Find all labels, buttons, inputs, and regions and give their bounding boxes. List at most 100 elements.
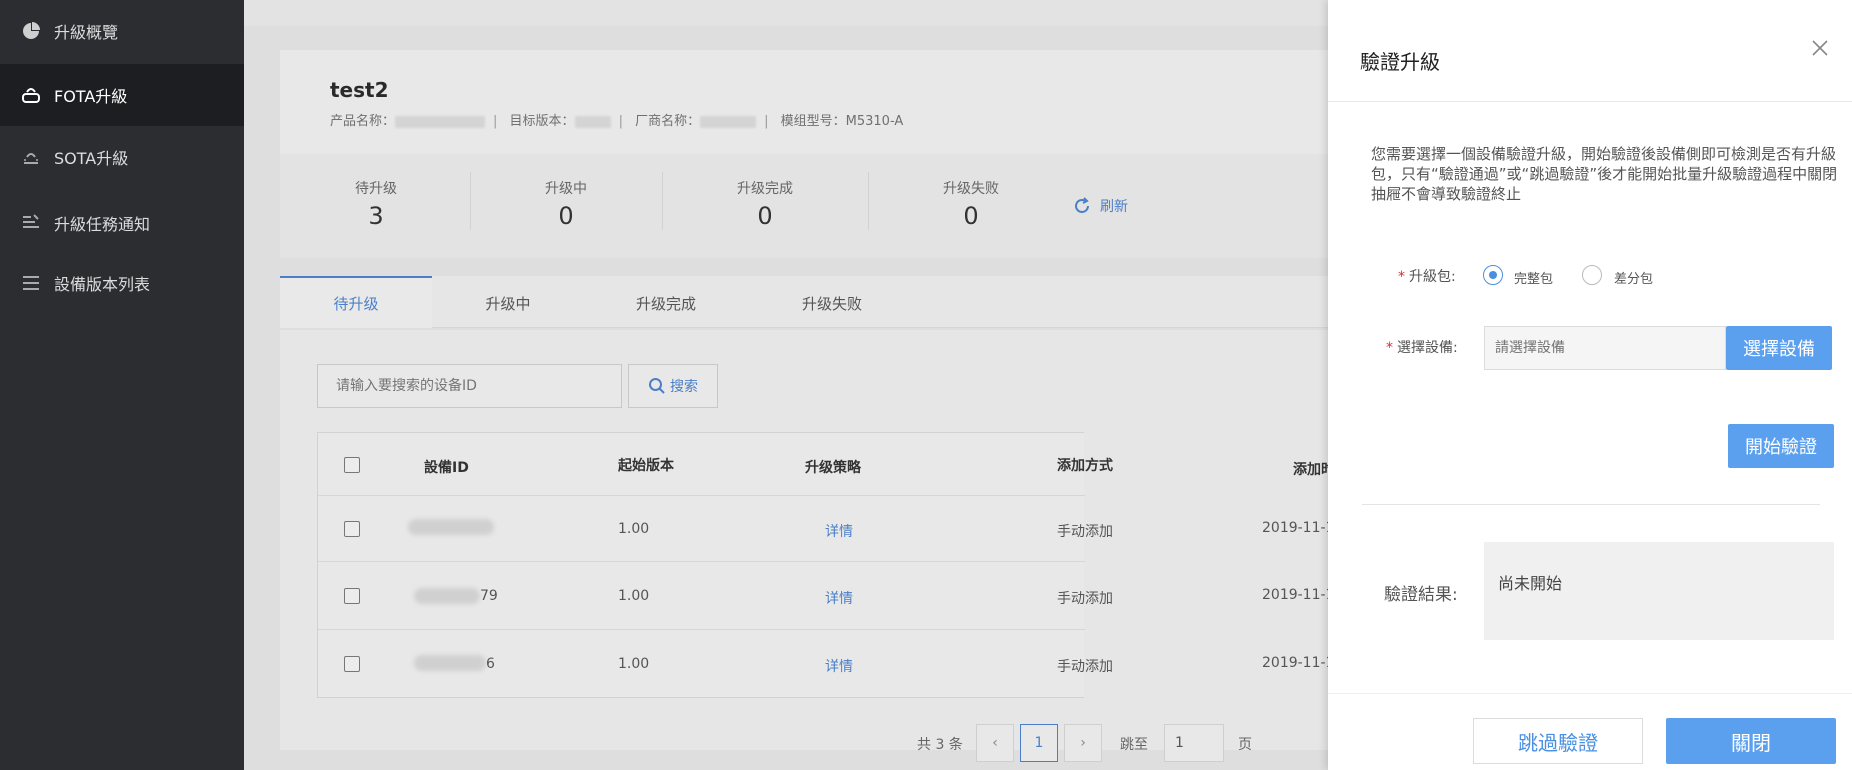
refresh-button[interactable]: 刷新	[1072, 196, 1128, 216]
page-suffix: 页	[1238, 737, 1252, 753]
stat-divider	[662, 172, 663, 230]
model-value: M5310-A	[845, 114, 904, 129]
page-number-button[interactable]: 1	[1020, 724, 1058, 762]
row-device-id: 6	[486, 656, 495, 672]
row-version: 1.00	[618, 588, 650, 604]
row-divider	[318, 629, 1085, 630]
stat-pending: 待升级 3	[355, 181, 397, 230]
tab-upgrading[interactable]: 升级中	[432, 278, 584, 330]
result-label: 驗證結果:	[1384, 585, 1458, 605]
result-value: 尚未開始	[1498, 574, 1563, 593]
sidebar-item-label: SOTA升級	[54, 149, 129, 168]
col-strategy: 升级策略	[805, 460, 861, 476]
pie-chart-icon	[20, 20, 42, 42]
stat-failed: 升级失败 0	[943, 181, 999, 230]
required-mark: *	[1398, 269, 1405, 285]
radio-diff-package[interactable]	[1582, 265, 1602, 285]
row-checkbox[interactable]	[344, 588, 360, 604]
tab-failed[interactable]: 升级失败	[756, 278, 908, 330]
strategy-details-link[interactable]: 详情	[825, 521, 853, 541]
strategy-details-link[interactable]: 详情	[825, 656, 853, 676]
skip-verify-button[interactable]: 跳過驗證	[1473, 718, 1643, 764]
model-label: 模组型号：	[780, 114, 846, 129]
chevron-right-icon: ›	[1080, 735, 1086, 751]
redacted-device-id	[414, 588, 480, 604]
fota-icon	[20, 84, 42, 106]
package-field-label: * 升級包:	[1398, 269, 1456, 285]
sidebar-item-overview[interactable]: 升級概覽	[0, 0, 244, 62]
row-add-method: 手动添加	[1057, 524, 1113, 540]
tab-pending[interactable]: 待升级	[280, 276, 432, 328]
result-box: 尚未開始	[1484, 542, 1834, 640]
sidebar: 升級概覽 FOTA升級 SOTA升級 升級任務通知 設備版本列表	[0, 0, 244, 770]
select-all-checkbox[interactable]	[344, 457, 360, 473]
sidebar-item-sota[interactable]: SOTA升級	[0, 126, 244, 188]
close-icon[interactable]	[1808, 36, 1832, 60]
drawer-header: 驗證升級	[1328, 0, 1852, 102]
jump-label: 跳至	[1120, 737, 1148, 753]
row-checkbox[interactable]	[344, 521, 360, 537]
row-add-time: 2019-11-1	[1262, 520, 1335, 536]
sidebar-item-fota[interactable]: FOTA升級	[0, 64, 244, 126]
radio-full-package[interactable]	[1483, 265, 1503, 285]
redacted-value	[395, 115, 486, 128]
product-card	[280, 50, 1328, 154]
col-start-version: 起始版本	[618, 458, 674, 474]
radio-diff-package-label: 差分包	[1614, 272, 1654, 287]
row-add-time: 2019-11-1	[1262, 587, 1335, 603]
verify-upgrade-drawer: 驗證升級 您需要選擇一個設備驗證升級，開始驗證後設備側即可檢測是否有升級包，只有…	[1328, 0, 1852, 770]
stat-divider	[470, 172, 471, 230]
select-device-button[interactable]: 選擇設備	[1726, 326, 1832, 370]
row-add-method: 手动添加	[1057, 591, 1113, 607]
sidebar-item-label: 升級概覽	[54, 23, 119, 42]
start-verify-button[interactable]: 開始驗證	[1728, 424, 1834, 468]
footer-divider	[1328, 693, 1852, 694]
vendor-label: 厂商名称：	[635, 114, 701, 129]
product-label: 产品名称：	[330, 114, 396, 129]
row-divider	[318, 495, 1085, 496]
pagination-total: 共 3 条	[917, 737, 963, 753]
drawer-description: 您需要選擇一個設備驗證升級，開始驗證後設備側即可檢測是否有升級包，只有“驗證通過…	[1371, 145, 1838, 203]
refresh-icon	[1072, 196, 1092, 216]
row-divider	[318, 561, 1085, 562]
redacted-device-id	[414, 655, 486, 671]
redacted-value	[574, 115, 611, 128]
drawer-title: 驗證升級	[1360, 50, 1440, 74]
chevron-left-icon: ‹	[992, 735, 998, 751]
search-input[interactable]	[317, 364, 622, 408]
required-mark: *	[1386, 340, 1393, 356]
stat-upgrading: 升级中 0	[545, 181, 587, 230]
close-drawer-button[interactable]: 關閉	[1666, 718, 1836, 764]
row-checkbox[interactable]	[344, 656, 360, 672]
next-page-button[interactable]: ›	[1064, 724, 1102, 762]
redacted-device-id	[408, 519, 494, 535]
page-jump-input[interactable]	[1164, 724, 1224, 762]
row-version: 1.00	[618, 656, 650, 672]
redacted-value	[700, 115, 757, 128]
sidebar-item-device-versions[interactable]: 設備版本列表	[0, 252, 244, 314]
prev-page-button[interactable]: ‹	[976, 724, 1014, 762]
stat-completed: 升级完成 0	[737, 181, 793, 230]
device-table: 設備ID 起始版本 升级策略 添加方式 添加时 1.00 详情 手动添加 79 …	[317, 432, 1335, 698]
row-device-id: 79	[480, 588, 498, 604]
sidebar-item-task-notify[interactable]: 升級任務通知	[0, 192, 244, 254]
search-icon	[648, 377, 666, 395]
row-version: 1.00	[618, 521, 650, 537]
task-list-icon	[20, 212, 42, 234]
drawer-divider	[1362, 504, 1820, 505]
top-strip	[244, 0, 1328, 26]
menu-list-icon	[20, 272, 42, 294]
row-add-time: 2019-11-1	[1262, 655, 1335, 671]
sota-icon	[20, 146, 42, 168]
search-button[interactable]: 搜索	[628, 364, 718, 408]
col-add-method: 添加方式	[1057, 458, 1113, 474]
target-version-label: 目标版本：	[509, 114, 575, 129]
device-field-label: * 選擇設備:	[1386, 340, 1458, 356]
device-input[interactable]	[1484, 326, 1726, 370]
strategy-details-link[interactable]: 详情	[825, 588, 853, 608]
radio-full-package-label: 完整包	[1514, 272, 1554, 287]
tab-completed[interactable]: 升级完成	[590, 278, 742, 330]
stat-divider	[868, 172, 869, 230]
col-device-id: 設備ID	[424, 460, 469, 476]
product-meta: 产品名称： | 目标版本： | 厂商名称： | 模组型号：M5310-A	[330, 114, 904, 129]
